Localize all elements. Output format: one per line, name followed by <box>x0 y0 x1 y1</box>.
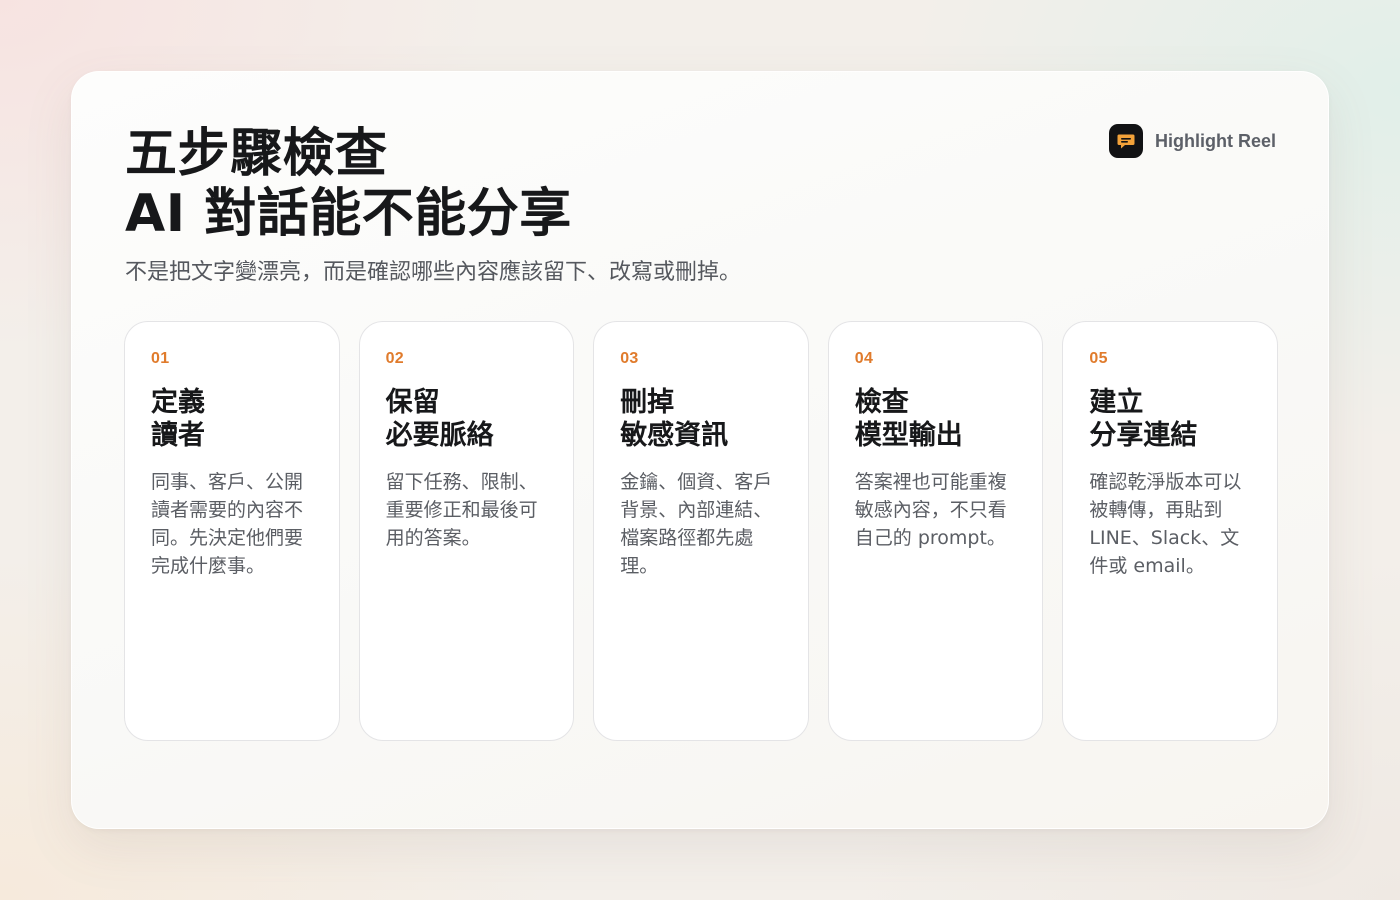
step-title-line: 讀者 <box>151 420 205 451</box>
step-title-line: 刪掉 <box>620 387 675 418</box>
step-card-4: 04 檢查 模型輸出 答案裡也可能重複 敏感內容，不只看 自己的 prompt。 <box>827 321 1044 741</box>
step-description-line: 留下任務、限制、 <box>385 471 538 493</box>
step-description-line: 敏感內容，不只看 <box>854 499 1007 521</box>
step-description-line: 被轉傳，再貼到 <box>1089 499 1223 521</box>
step-title: 刪掉 敏感資訊 <box>620 386 782 452</box>
step-number: 02 <box>385 350 404 367</box>
step-title-line: 模型輸出 <box>854 420 963 451</box>
page-title-line-1: 五步驟檢查 <box>125 124 388 184</box>
step-description-line: 背景、內部連結、 <box>620 499 773 521</box>
step-description-line: 檔案路徑都先處 <box>620 527 754 549</box>
step-title: 檢查 模型輸出 <box>855 386 1017 452</box>
step-description-line: 讀者需要的內容不 <box>151 499 304 521</box>
step-title-line: 檢查 <box>854 387 909 418</box>
page-title-line-2: AI 對話能不能分享 <box>125 184 572 244</box>
step-title-line: 分享連結 <box>1089 420 1198 451</box>
step-title: 建立 分享連結 <box>1089 386 1251 452</box>
page-title: 五步驟檢查 AI 對話能不能分享 <box>125 124 572 244</box>
step-card-1: 01 定義 讀者 同事、客戶、公開 讀者需要的內容不 同。先決定他們要 完成什麼… <box>124 321 340 741</box>
step-description: 答案裡也可能重複 敏感內容，不只看 自己的 prompt。 <box>855 468 1017 552</box>
step-title-line: 必要脈絡 <box>385 420 494 451</box>
step-number: 04 <box>854 350 874 367</box>
step-description-line: 同事、客戶、公開 <box>151 471 304 493</box>
step-description-line: 答案裡也可能重複 <box>854 471 1007 493</box>
step-description-line: 完成什麼事。 <box>151 555 266 577</box>
step-description-line: 金鑰、個資、客戶 <box>620 471 773 493</box>
brand-logo <box>1109 124 1143 158</box>
step-description: 留下任務、限制、 重要修正和最後可 用的答案。 <box>386 468 548 552</box>
step-description: 同事、客戶、公開 讀者需要的內容不 同。先決定他們要 完成什麼事。 <box>151 468 313 580</box>
page-subtitle: 不是把文字變漂亮，而是確認哪些內容應該留下、改寫或刪掉。 <box>125 260 742 285</box>
step-description: 金鑰、個資、客戶 背景、內部連結、 檔案路徑都先處 理。 <box>620 468 782 580</box>
step-title-line: 敏感資訊 <box>620 420 729 451</box>
brand-name: Highlight Reel <box>1155 130 1276 151</box>
step-title-line: 保留 <box>385 387 440 418</box>
step-number: 03 <box>620 350 639 367</box>
chat-bubble-icon <box>1117 134 1135 149</box>
steps-list: 01 定義 讀者 同事、客戶、公開 讀者需要的內容不 同。先決定他們要 完成什麼… <box>124 321 1278 741</box>
step-description: 確認乾淨版本可以 被轉傳，再貼到 LINE、Slack、文 件或 email。 <box>1089 468 1251 580</box>
step-title-line: 定義 <box>151 387 205 418</box>
step-description-line: 理。 <box>620 555 659 577</box>
step-card-3: 03 刪掉 敏感資訊 金鑰、個資、客戶 背景、內部連結、 檔案路徑都先處 理。 <box>593 321 809 741</box>
step-description-line: 自己的 prompt。 <box>854 527 1006 549</box>
step-description-line: 件或 email。 <box>1089 555 1205 577</box>
step-title-line: 建立 <box>1089 387 1144 418</box>
step-number: 05 <box>1089 350 1108 367</box>
step-title: 保留 必要脈絡 <box>386 386 548 452</box>
step-card-5: 05 建立 分享連結 確認乾淨版本可以 被轉傳，再貼到 LINE、Slack、文… <box>1062 321 1278 741</box>
step-description-line: 確認乾淨版本可以 <box>1089 471 1242 493</box>
step-description-line: 用的答案。 <box>385 527 481 549</box>
step-description-line: 重要修正和最後可 <box>385 499 538 521</box>
brand: Highlight Reel <box>1109 124 1276 158</box>
step-title: 定義 讀者 <box>151 386 313 452</box>
step-description-line: 同。先決定他們要 <box>151 527 304 549</box>
step-card-2: 02 保留 必要脈絡 留下任務、限制、 重要修正和最後可 用的答案。 <box>358 321 575 741</box>
step-number: 01 <box>151 350 170 367</box>
step-description-line: LINE、Slack、文 <box>1089 527 1240 549</box>
main-panel: 五步驟檢查 AI 對話能不能分享 不是把文字變漂亮，而是確認哪些內容應該留下、改… <box>71 71 1329 829</box>
